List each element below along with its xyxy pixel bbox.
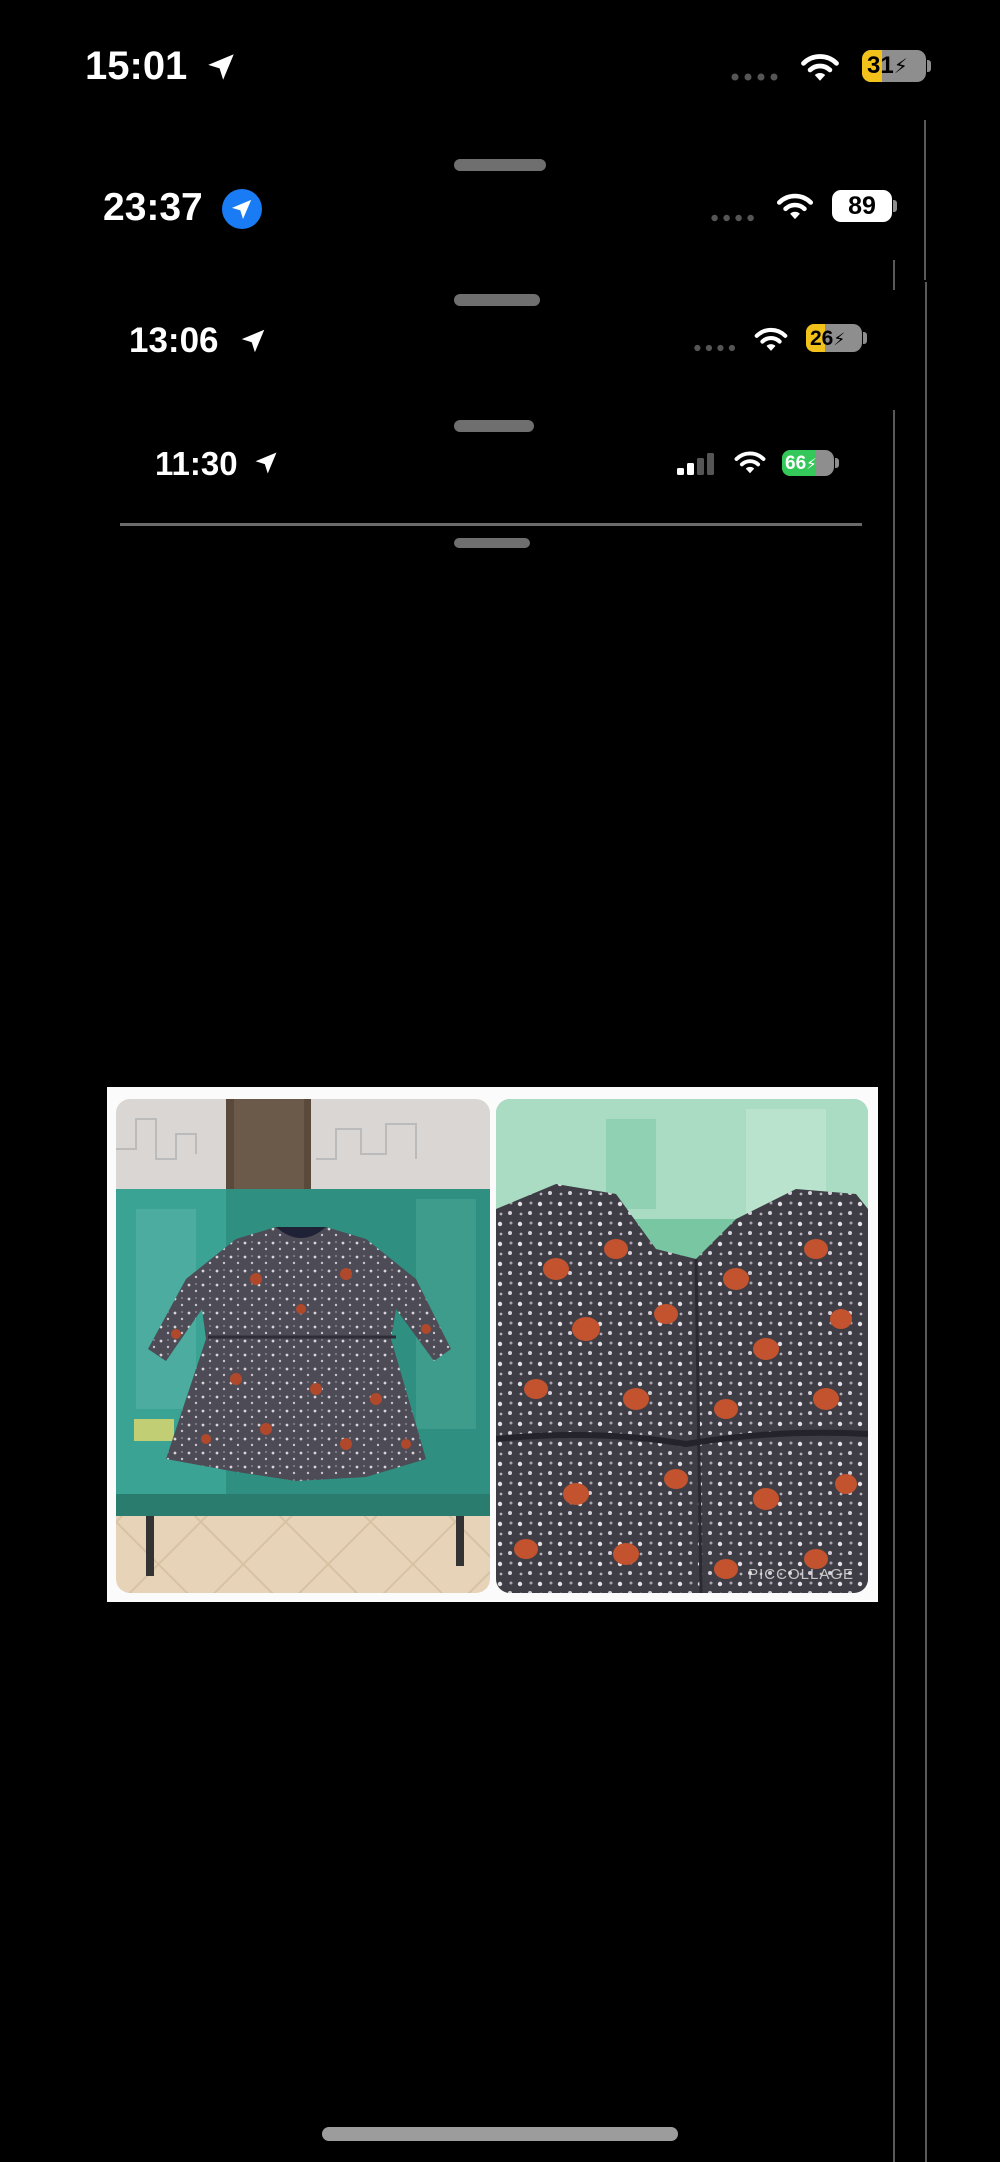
photo-collage: PICCOLLAGE <box>107 1087 878 1602</box>
dress-closeup-photo: PICCOLLAGE <box>496 1099 868 1593</box>
battery-level: 26 <box>810 327 834 350</box>
status-time: 11:30 <box>155 445 238 482</box>
wifi-icon <box>801 54 839 81</box>
home-indicator[interactable] <box>322 2127 678 2141</box>
sheet-grabber <box>454 420 534 432</box>
wifi-icon <box>754 327 788 351</box>
cellular-signal-icon <box>711 214 754 222</box>
wifi-icon <box>776 193 814 220</box>
status-time: 15:01 <box>85 44 188 88</box>
cellular-signal-icon <box>731 73 778 81</box>
location-arrow-icon <box>241 329 265 353</box>
stacked-screenshot-edge <box>893 260 895 290</box>
stacked-screenshot-edge <box>893 410 895 2162</box>
cellular-signal-icon <box>677 453 714 475</box>
battery-indicator: 26⚡ <box>806 324 867 352</box>
battery-level: 89 <box>848 192 876 220</box>
status-time: 23:37 <box>103 186 203 229</box>
wifi-icon <box>734 451 766 474</box>
battery-level: 66 <box>785 453 807 474</box>
collage-watermark: PICCOLLAGE <box>748 1566 854 1583</box>
sheet-grabber <box>454 159 546 171</box>
location-arrow-icon <box>255 452 277 474</box>
location-arrow-icon <box>208 54 234 80</box>
stacked-screenshot-edge <box>924 120 926 280</box>
dress-on-table-photo <box>116 1099 490 1593</box>
battery-indicator: 31⚡ <box>862 50 931 82</box>
location-badge-icon <box>222 189 262 229</box>
status-time: 13:06 <box>129 321 219 360</box>
battery-indicator: 89 <box>832 190 897 222</box>
battery-level: 31 <box>867 52 894 79</box>
cellular-signal-icon <box>694 344 736 352</box>
sheet-grabber <box>454 294 540 306</box>
stacked-screenshot-edge <box>925 282 927 2162</box>
divider-line <box>120 523 862 526</box>
battery-indicator: 66⚡ <box>782 450 839 476</box>
sheet-grabber <box>454 538 530 548</box>
